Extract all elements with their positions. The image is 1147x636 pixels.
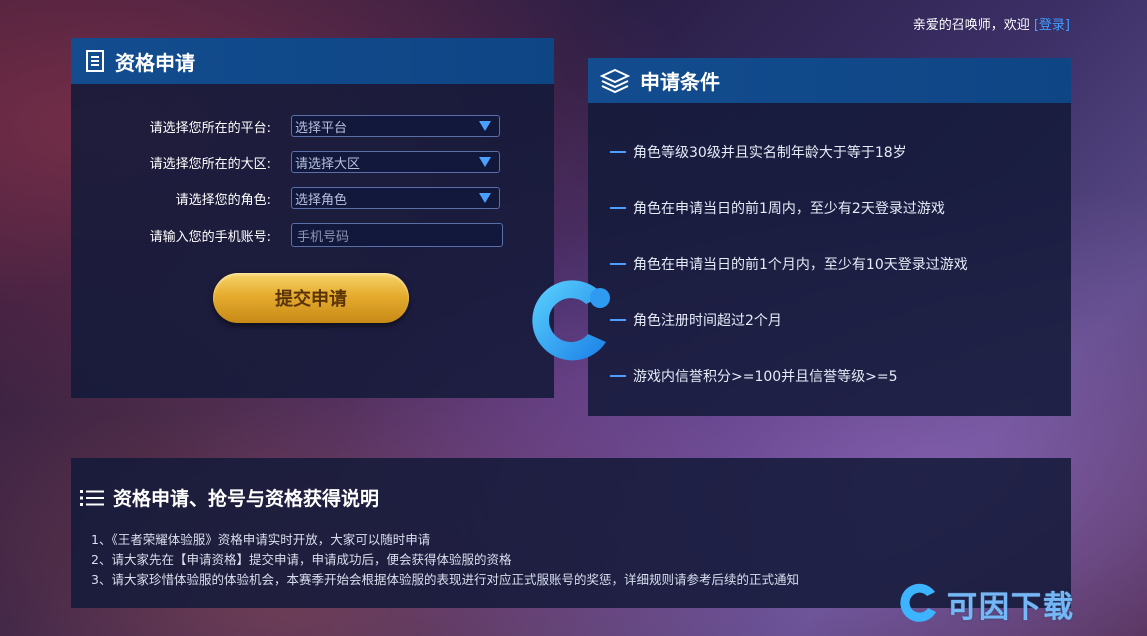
apply-panel: 资格申请 请选择您所在的平台: 选择平台 请选择您所在的大区: 请选择大区 请选…	[71, 38, 554, 398]
chevron-down-icon	[479, 157, 491, 167]
submit-button[interactable]: 提交申请	[213, 273, 409, 323]
apply-title: 资格申请	[115, 50, 195, 75]
note-line: 1、《王者荣耀体验服》资格申请实时开放，大家可以随时申请	[91, 532, 431, 547]
site-logo-icon	[526, 268, 616, 368]
top-greeting-bar: 亲爱的召唤师，欢迎 [登录]	[913, 14, 1070, 33]
condition-text: 游戏内信誉积分>=100并且信誉等级>=5	[633, 369, 898, 385]
dash-icon	[610, 375, 626, 377]
chevron-down-icon	[479, 121, 491, 131]
note-line: 3、请大家珍惜体验服的体验机会，本赛季开始会根据体验服的表现进行对应正式服账号的…	[91, 572, 799, 587]
condition-item: 角色等级30级并且实名制年龄大于等于18岁	[610, 142, 907, 162]
role-label: 请选择您的角色:	[175, 192, 271, 208]
conditions-panel-header: 申请条件	[588, 58, 1071, 103]
watermark-text: 可因下载	[947, 590, 1075, 625]
platform-select[interactable]: 选择平台	[291, 115, 500, 137]
document-icon	[85, 50, 105, 72]
region-row: 请选择您所在的大区: 请选择大区	[71, 151, 500, 173]
note-line: 2、请大家先在【申请资格】提交申请，申请成功后，便会获得体验服的资格	[91, 552, 512, 567]
condition-text: 角色在申请当日的前1周内，至少有2天登录过游戏	[633, 201, 945, 217]
login-link[interactable]: [登录]	[1034, 18, 1070, 33]
phone-row: 请输入您的手机账号: 手机号码	[71, 223, 503, 247]
role-select[interactable]: 选择角色	[291, 187, 500, 209]
layers-icon	[600, 68, 630, 94]
list-icon	[79, 488, 105, 508]
phone-input[interactable]: 手机号码	[291, 223, 503, 247]
role-row: 请选择您的角色: 选择角色	[71, 187, 500, 209]
region-select[interactable]: 请选择大区	[291, 151, 500, 173]
condition-item: 游戏内信誉积分>=100并且信誉等级>=5	[610, 366, 898, 386]
watermark: 可因下载	[897, 580, 1075, 628]
condition-item: 角色在申请当日的前1个月内，至少有10天登录过游戏	[610, 254, 968, 274]
condition-text: 角色在申请当日的前1个月内，至少有10天登录过游戏	[633, 257, 968, 273]
conditions-panel: 申请条件 角色等级30级并且实名制年龄大于等于18岁 角色在申请当日的前1周内，…	[588, 58, 1071, 416]
platform-row: 请选择您所在的平台: 选择平台	[71, 115, 500, 137]
phone-input-placeholder: 手机号码	[297, 229, 350, 245]
platform-select-value: 选择平台	[295, 120, 348, 136]
dash-icon	[610, 207, 626, 209]
region-select-value: 请选择大区	[295, 156, 361, 172]
greeting-text: 亲爱的召唤师，欢迎	[912, 18, 1030, 33]
watermark-logo-icon	[897, 580, 941, 628]
notes-title: 资格申请、抢号与资格获得说明	[113, 488, 380, 510]
region-label: 请选择您所在的大区:	[149, 156, 271, 172]
condition-text: 角色注册时间超过2个月	[633, 313, 782, 329]
chevron-down-icon	[479, 193, 491, 203]
condition-text: 角色等级30级并且实名制年龄大于等于18岁	[633, 145, 907, 161]
notes-header: 资格申请、抢号与资格获得说明	[79, 484, 379, 511]
phone-label: 请输入您的手机账号:	[149, 229, 271, 245]
platform-label: 请选择您所在的平台:	[149, 120, 271, 136]
conditions-title: 申请条件	[640, 70, 720, 94]
role-select-value: 选择角色	[295, 192, 348, 208]
apply-panel-header: 资格申请	[71, 38, 554, 84]
dash-icon	[610, 263, 626, 265]
condition-item: 角色注册时间超过2个月	[610, 310, 782, 330]
condition-item: 角色在申请当日的前1周内，至少有2天登录过游戏	[610, 198, 945, 218]
dash-icon	[610, 151, 626, 153]
